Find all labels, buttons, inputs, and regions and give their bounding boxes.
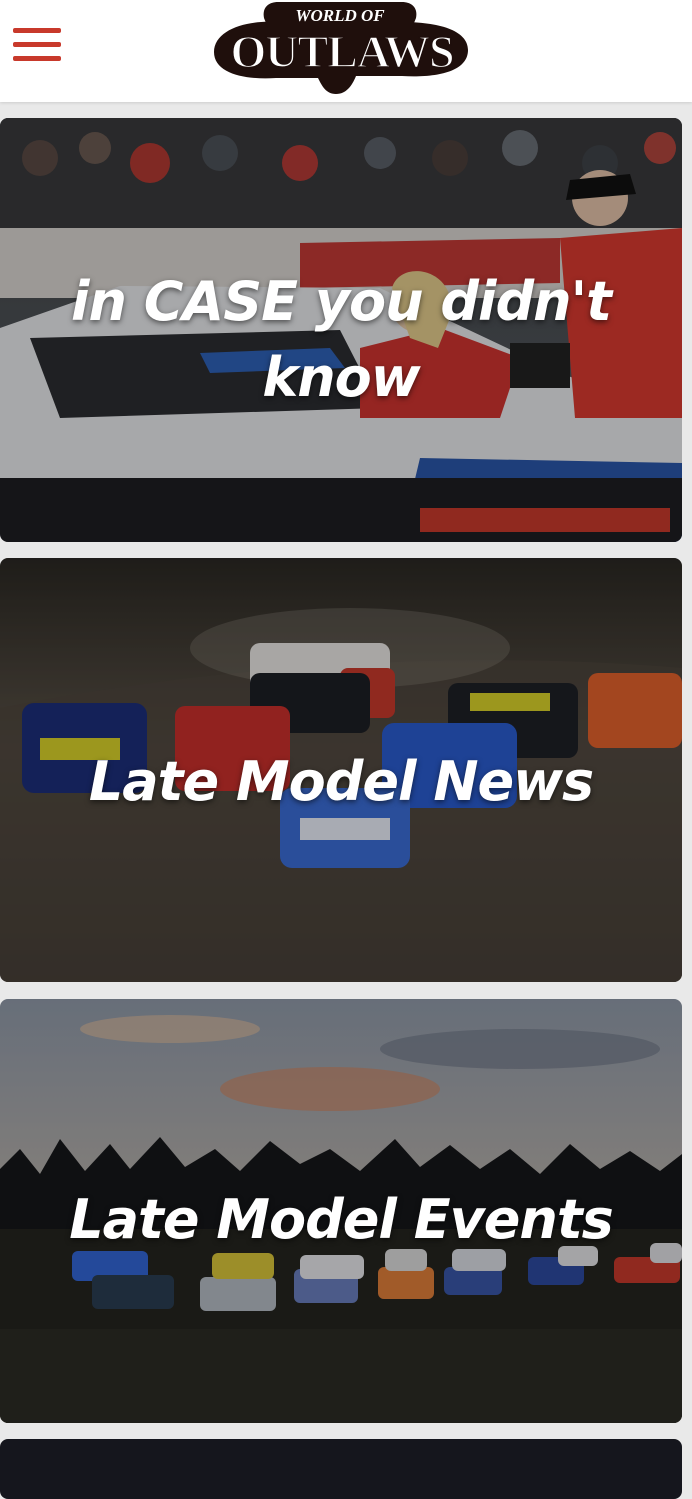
case-you-didnt-know-card[interactable]: in CASE you didn't know [0, 118, 682, 542]
logo-graphic: WORLD OF OUTLAWS [214, 2, 468, 94]
logo-text-top: WORLD OF [295, 6, 385, 25]
hamburger-menu-icon[interactable] [13, 28, 61, 64]
card-title: Late Model Events [69, 1188, 614, 1251]
next-card-partial[interactable] [0, 1439, 682, 1499]
logo-text-main: OUTLAWS [230, 26, 453, 77]
card-title: Late Model News [88, 750, 594, 813]
late-model-news-card[interactable]: Late Model News [0, 558, 682, 982]
menu-bar [13, 28, 61, 33]
card-title: in CASE you didn't know [71, 270, 612, 409]
world-of-outlaws-logo[interactable]: WORLD OF OUTLAWS [206, 0, 472, 96]
late-model-events-card[interactable]: Late Model Events [0, 999, 682, 1423]
menu-bar [13, 56, 61, 61]
menu-bar [13, 42, 61, 47]
app-header: WORLD OF OUTLAWS [0, 0, 692, 102]
